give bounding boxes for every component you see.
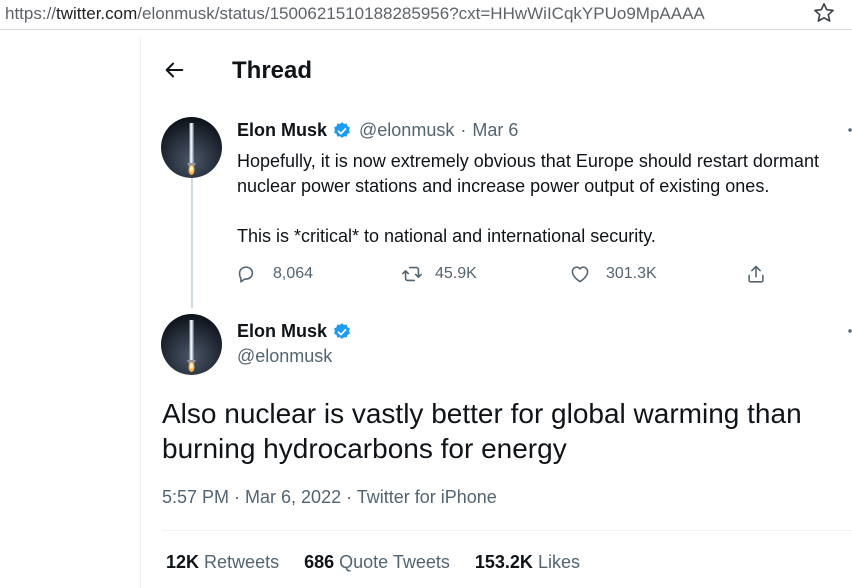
more-icon[interactable] — [847, 125, 852, 139]
like-count: 301.3K — [606, 265, 657, 282]
retweets-stat[interactable]: 12K Retweets — [166, 552, 279, 573]
tweet-stats: 12K Retweets 686 Quote Tweets 153.2K Lik… — [166, 552, 605, 573]
author-name[interactable]: Elon Musk — [237, 120, 327, 141]
retweet-icon — [402, 266, 422, 282]
browser-address-bar: https://twitter.com/elonmusk/status/1500… — [0, 0, 852, 30]
heart-icon — [571, 266, 589, 283]
url-path: /elonmusk/status/1500621510188285956?cxt… — [137, 4, 705, 23]
tweet-actions: 8,064 45.9K 301.3K — [235, 261, 775, 287]
retweets-stat-label: Retweets — [204, 552, 280, 572]
tweet-timestamp[interactable]: 5:57 PM · Mar 6, 2022 · Twitter for iPho… — [162, 487, 497, 508]
tweet-author-row: Elon Musk — [237, 321, 352, 342]
author-name[interactable]: Elon Musk — [237, 321, 327, 342]
reply-icon — [238, 266, 254, 283]
more-icon[interactable] — [847, 326, 852, 340]
author-handle[interactable]: @elonmusk — [359, 120, 454, 141]
avatar[interactable] — [161, 117, 222, 178]
url-prefix: https:// — [5, 4, 57, 23]
share-icon — [748, 265, 764, 283]
quote-tweets-stat[interactable]: 686 Quote Tweets — [304, 552, 450, 573]
separator-dot: · — [460, 120, 467, 140]
quote-tweets-stat-label: Quote Tweets — [339, 552, 450, 572]
tweet-author-row: Elon Musk @elonmusk · Mar 6 — [237, 120, 518, 141]
reply-count: 8,064 — [273, 265, 314, 282]
tweet-paragraph: This is *critical* to national and inter… — [237, 226, 656, 246]
tweet-text: Also nuclear is vastly better for global… — [162, 398, 802, 464]
retweets-stat-count: 12K — [166, 552, 200, 572]
divider — [162, 530, 852, 531]
tweet-text: Hopefully, it is now extremely obvious t… — [237, 149, 852, 249]
url-domain: twitter.com — [56, 4, 138, 23]
thread-connector-line — [191, 178, 193, 308]
star-icon[interactable] — [812, 1, 836, 25]
page-title: Thread — [232, 57, 313, 84]
arrow-left-icon[interactable] — [163, 59, 185, 81]
verified-badge-icon — [334, 322, 350, 339]
quote-tweets-stat-count: 686 — [304, 552, 335, 572]
avatar[interactable] — [161, 314, 222, 375]
url-field[interactable]: https://twitter.com/elonmusk/status/1500… — [0, 0, 790, 28]
thread-column: Thread Elon Musk @elonmusk · Mar 6 Hopef… — [140, 37, 852, 588]
retweet-button[interactable]: 45.9K — [401, 261, 477, 287]
retweet-count: 45.9K — [435, 265, 477, 282]
tweet-paragraph: Hopefully, it is now extremely obvious t… — [237, 151, 819, 196]
reply-button[interactable]: 8,064 — [235, 261, 313, 287]
likes-stat[interactable]: 153.2K Likes — [475, 552, 580, 573]
likes-stat-count: 153.2K — [474, 552, 533, 572]
tweet-date[interactable]: Mar 6 — [472, 120, 518, 141]
like-button[interactable]: 301.3K — [569, 261, 657, 287]
thread-header: Thread — [141, 37, 852, 105]
likes-stat-label: Likes — [537, 552, 580, 572]
verified-badge-icon — [334, 121, 350, 138]
share-button[interactable] — [745, 261, 767, 287]
author-handle[interactable]: @elonmusk — [237, 346, 332, 367]
